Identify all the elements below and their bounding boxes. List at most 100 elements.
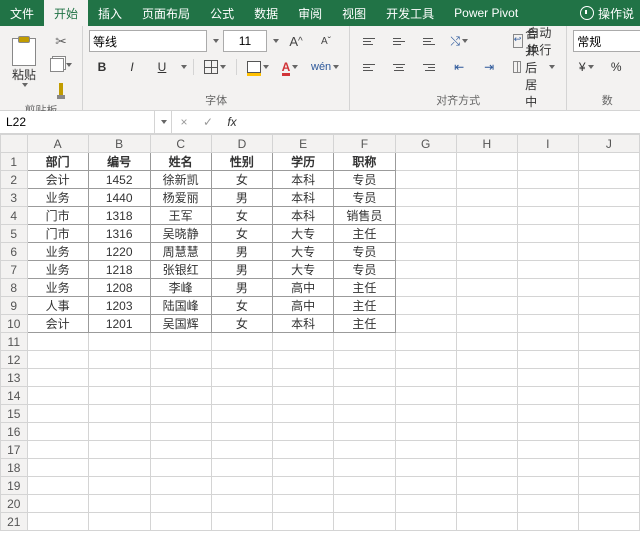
align-center-button[interactable] <box>386 56 412 78</box>
row-20[interactable]: 20 <box>1 495 28 513</box>
cell[interactable]: 1452 <box>88 171 150 189</box>
cell[interactable] <box>273 495 334 513</box>
cut-button[interactable]: ✂ <box>46 30 76 52</box>
cell[interactable]: 男 <box>211 243 272 261</box>
cell[interactable] <box>517 459 578 477</box>
cell[interactable]: 1201 <box>88 315 150 333</box>
font-color-button[interactable]: A <box>277 56 303 78</box>
cell[interactable] <box>395 153 456 171</box>
cell[interactable] <box>395 423 456 441</box>
cell[interactable]: 1316 <box>88 225 150 243</box>
cell[interactable] <box>578 279 639 297</box>
cell[interactable] <box>456 333 517 351</box>
orientation-button[interactable]: ⤭ <box>446 30 472 52</box>
cell[interactable] <box>456 189 517 207</box>
cell[interactable] <box>27 369 88 387</box>
cell[interactable] <box>27 333 88 351</box>
cell[interactable] <box>334 423 395 441</box>
cell[interactable] <box>395 477 456 495</box>
cell[interactable]: 主任 <box>334 225 395 243</box>
border-button[interactable] <box>200 56 230 78</box>
cell[interactable] <box>578 459 639 477</box>
merge-center-button[interactable]: 合并后居中 <box>508 56 560 78</box>
cell[interactable]: 女 <box>211 315 272 333</box>
cell[interactable]: 销售员 <box>334 207 395 225</box>
copy-button[interactable] <box>46 54 76 76</box>
cell[interactable] <box>88 441 150 459</box>
cell[interactable] <box>517 279 578 297</box>
cell[interactable] <box>456 477 517 495</box>
cell[interactable]: 李峰 <box>150 279 211 297</box>
cell[interactable]: 本科 <box>273 189 334 207</box>
cell[interactable] <box>273 459 334 477</box>
align-right-button[interactable] <box>416 56 442 78</box>
cell[interactable] <box>395 459 456 477</box>
col-C[interactable]: C <box>150 135 211 153</box>
cell[interactable] <box>211 423 272 441</box>
phonetic-button[interactable]: wén <box>307 56 343 78</box>
cell[interactable] <box>150 405 211 423</box>
cell[interactable] <box>456 387 517 405</box>
cell[interactable]: 吴国辉 <box>150 315 211 333</box>
cell[interactable] <box>150 351 211 369</box>
cell[interactable]: 性别 <box>211 153 272 171</box>
cell[interactable] <box>578 477 639 495</box>
cell[interactable] <box>211 351 272 369</box>
cell[interactable] <box>27 405 88 423</box>
cell[interactable] <box>211 405 272 423</box>
tell-me[interactable]: 操作说 <box>570 0 640 26</box>
cell[interactable]: 男 <box>211 279 272 297</box>
cell[interactable] <box>395 279 456 297</box>
cell[interactable] <box>150 495 211 513</box>
cell[interactable] <box>88 495 150 513</box>
col-J[interactable]: J <box>578 135 639 153</box>
cell[interactable] <box>273 333 334 351</box>
cell[interactable] <box>395 441 456 459</box>
formula-input[interactable] <box>244 111 640 133</box>
bold-button[interactable]: B <box>89 56 115 78</box>
cell[interactable] <box>150 459 211 477</box>
cell[interactable]: 本科 <box>273 207 334 225</box>
cell[interactable] <box>456 261 517 279</box>
cell[interactable] <box>273 513 334 531</box>
cell[interactable]: 编号 <box>88 153 150 171</box>
cell[interactable] <box>578 387 639 405</box>
underline-button[interactable]: U <box>149 56 175 78</box>
cell[interactable] <box>456 513 517 531</box>
row-21[interactable]: 21 <box>1 513 28 531</box>
cell[interactable] <box>88 477 150 495</box>
cell[interactable] <box>273 351 334 369</box>
cell[interactable] <box>150 423 211 441</box>
indent-increase-button[interactable]: ⇥ <box>476 56 502 78</box>
cell[interactable]: 1440 <box>88 189 150 207</box>
format-painter-button[interactable] <box>46 78 76 100</box>
paste-button[interactable]: 粘贴 <box>6 36 42 94</box>
cell[interactable] <box>88 513 150 531</box>
cell[interactable] <box>27 513 88 531</box>
cell[interactable] <box>334 351 395 369</box>
cell[interactable] <box>27 495 88 513</box>
cell[interactable] <box>273 369 334 387</box>
font-size-select[interactable] <box>223 30 267 52</box>
row-2[interactable]: 2 <box>1 171 28 189</box>
cell[interactable] <box>150 477 211 495</box>
cell[interactable]: 张银红 <box>150 261 211 279</box>
col-I[interactable]: I <box>517 135 578 153</box>
cell[interactable]: 本科 <box>273 171 334 189</box>
number-format-select[interactable] <box>573 30 640 52</box>
cell[interactable] <box>578 315 639 333</box>
cell[interactable] <box>517 387 578 405</box>
cell[interactable] <box>517 243 578 261</box>
cell[interactable] <box>517 207 578 225</box>
cell[interactable] <box>456 459 517 477</box>
cell[interactable] <box>578 513 639 531</box>
cell[interactable]: 女 <box>211 297 272 315</box>
tab-开始[interactable]: 开始 <box>44 0 88 26</box>
cell[interactable] <box>27 441 88 459</box>
row-8[interactable]: 8 <box>1 279 28 297</box>
cell[interactable] <box>517 171 578 189</box>
cell[interactable] <box>150 513 211 531</box>
cell[interactable]: 吴晓静 <box>150 225 211 243</box>
cell[interactable]: 大专 <box>273 243 334 261</box>
cell[interactable]: 高中 <box>273 279 334 297</box>
